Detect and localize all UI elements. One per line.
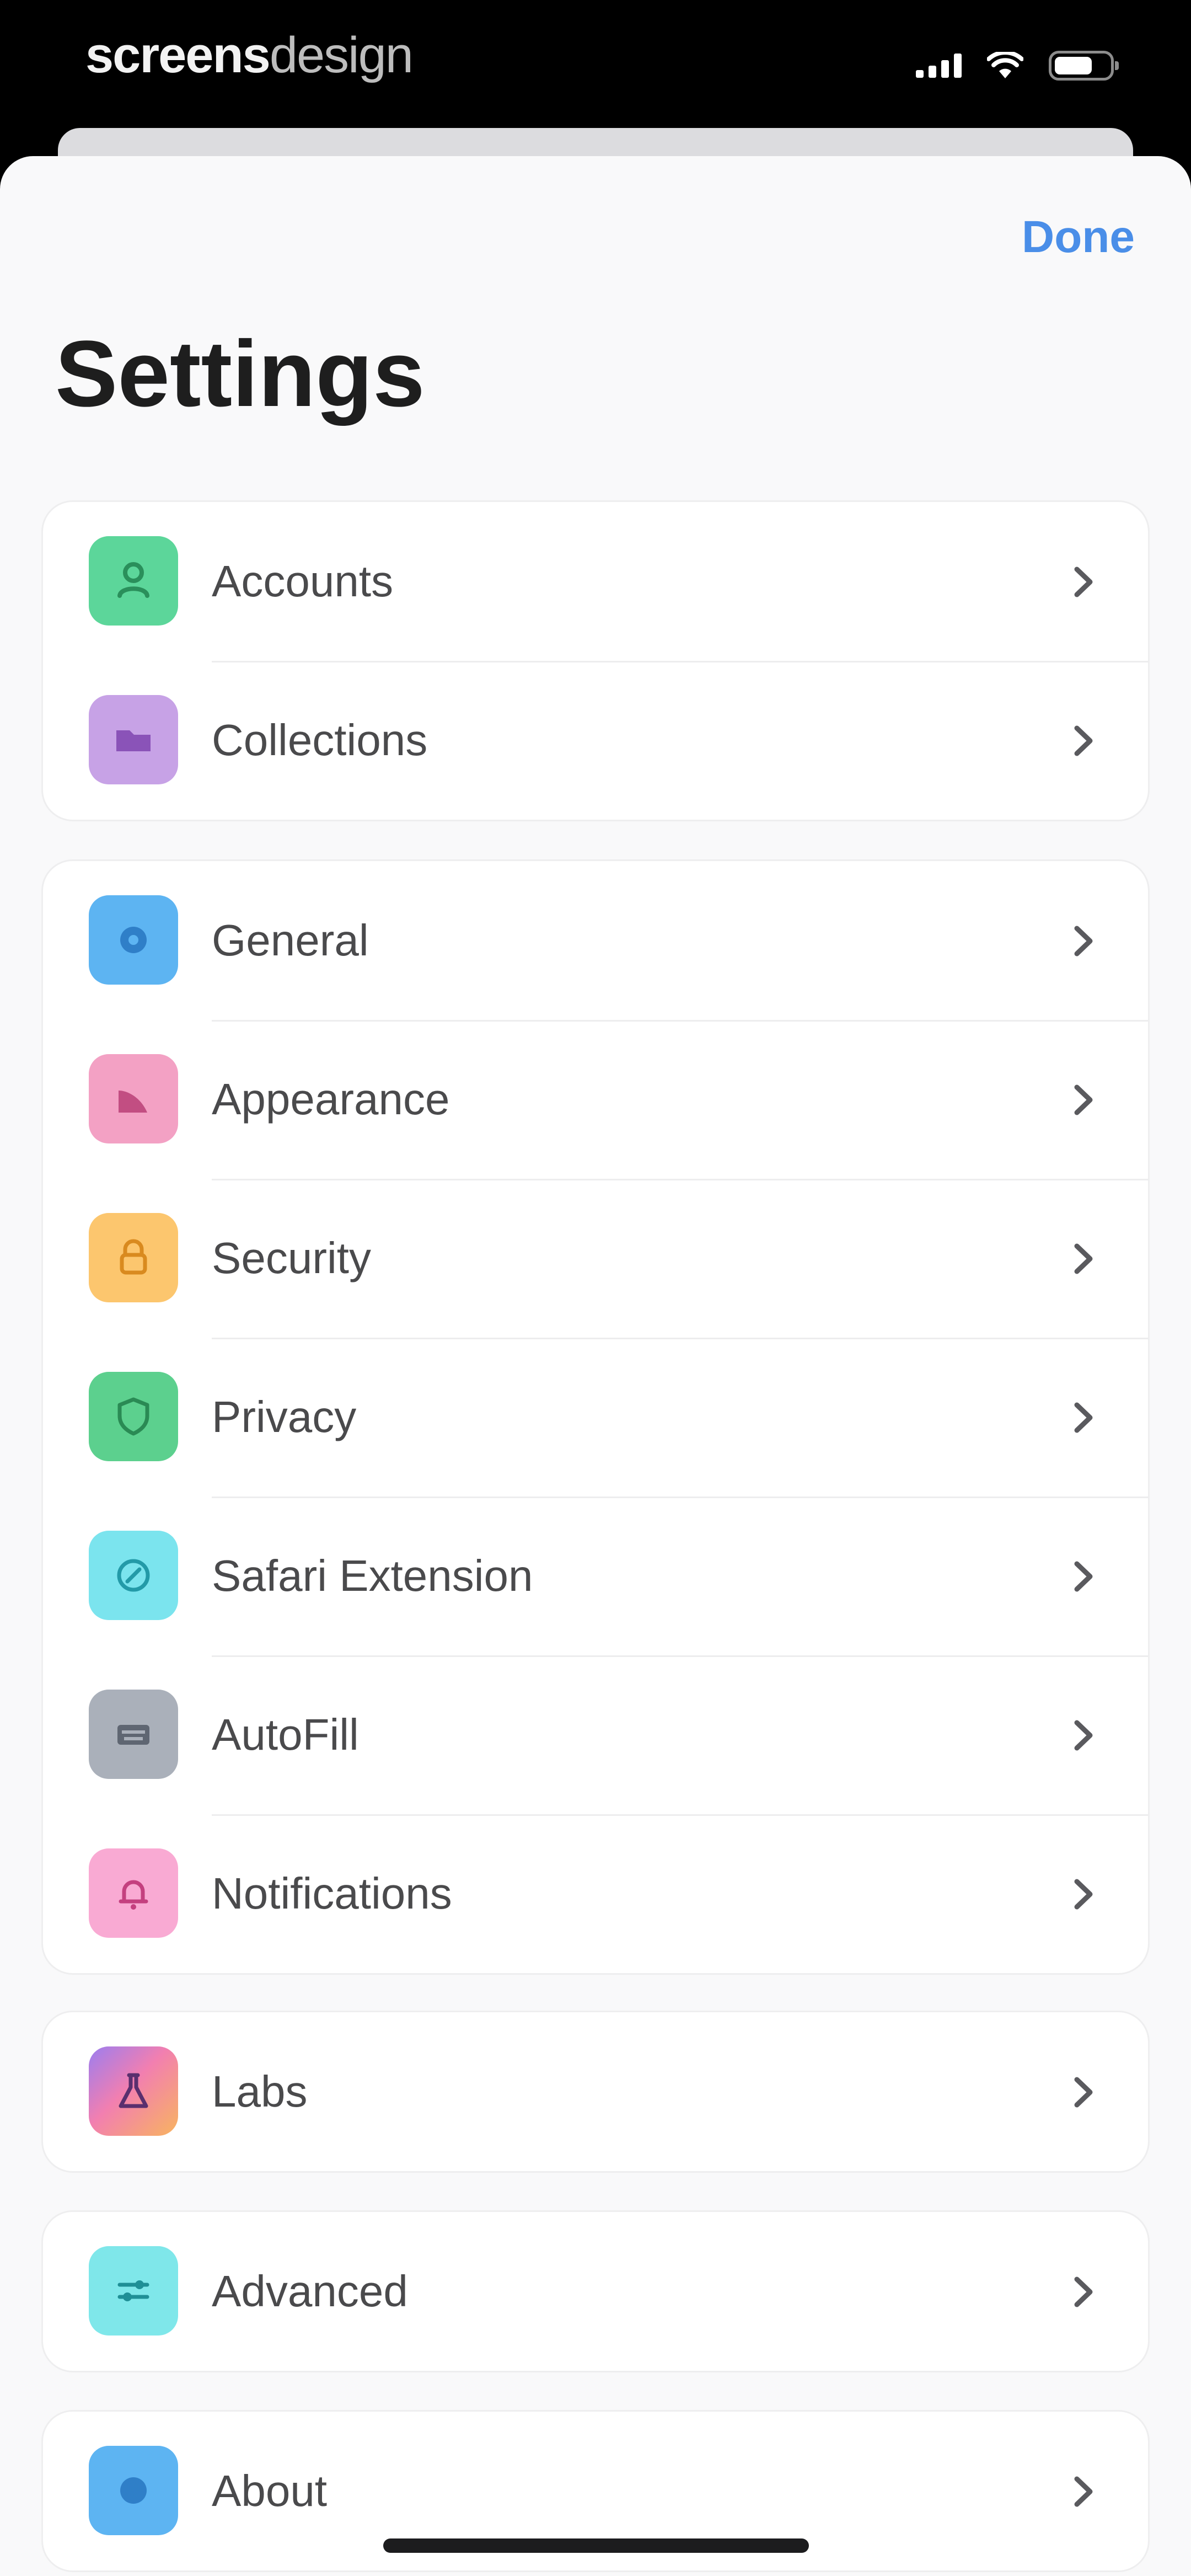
row-label: Collections [212,715,428,765]
chevron-right-icon [1074,1879,1093,1910]
row-label: Notifications [212,1869,452,1918]
row-icon-tile [89,895,178,985]
row-label: Security [212,1233,371,1282]
settings-row-labs[interactable]: Labs [43,2012,1148,2171]
row-icon-tile [89,1372,178,1461]
settings-row-advanced[interactable]: Advanced [43,2212,1148,2371]
settings-group-general: General Appearance Security Privacy Safa… [43,861,1148,1973]
row-label: Advanced [212,2267,408,2316]
row-label: Appearance [212,1075,450,1124]
status-bar: screensdesign [0,0,1191,127]
row-icon-tile [89,2246,178,2335]
chevron-right-icon [1074,1243,1093,1274]
row-icon-tile [89,1054,178,1143]
chevron-right-icon [1074,2476,1093,2507]
settings-group-accounts: Accounts Collections [43,502,1148,820]
row-icon-tile [89,1531,178,1620]
row-label: General [212,916,369,965]
settings-row-appearance[interactable]: Appearance [43,1020,1148,1179]
compass-icon [117,1559,150,1592]
row-label: Labs [212,2067,308,2116]
settings-row-privacy[interactable]: Privacy [43,1338,1148,1497]
wifi-icon [987,52,1023,78]
info-icon [120,2477,147,2504]
bell-icon [119,1880,148,1910]
battery-level [1055,57,1092,74]
settings-group-advanced: Advanced [43,2212,1148,2371]
chevron-right-icon [1074,2276,1093,2307]
settings-row-general[interactable]: General [43,861,1148,1020]
row-icon-tile [89,2446,178,2535]
row-label: Privacy [212,1392,357,1441]
row-label: Accounts [212,557,394,606]
brand-watermark: screensdesign [85,26,414,84]
settings-row-accounts[interactable]: Accounts [43,502,1148,661]
keyboard-icon [117,1725,149,1745]
chevron-right-icon [1074,1720,1093,1751]
row-icon-tile [89,1213,178,1302]
settings-row-notifications[interactable]: Notifications [43,1814,1148,1973]
shield-icon [117,1397,149,1436]
settings-row-safari-extension[interactable]: Safari Extension [43,1497,1148,1655]
flask-icon [119,2073,148,2108]
row-icon-tile [89,1690,178,1779]
sliders-icon [117,2280,149,2301]
cellular-signal-icon [916,54,962,78]
row-icon-tile [89,1848,178,1938]
chevron-right-icon [1074,1084,1093,1115]
chevron-right-icon [1074,926,1093,956]
page-title: Settings [55,322,425,426]
brush-icon [119,1091,147,1113]
gear-icon [120,927,147,953]
settings-row-collections[interactable]: Collections [43,661,1148,820]
lock-icon [120,1239,147,1275]
chevron-right-icon [1074,725,1093,756]
settings-row-security[interactable]: Security [43,1179,1148,1338]
settings-sheet: Done Settings Accounts Collections Gener… [0,156,1191,2576]
status-icons [916,51,1119,81]
row-icon-tile [89,695,178,784]
row-label: Safari Extension [212,1551,533,1600]
row-icon-tile [89,2046,178,2136]
chevron-right-icon [1074,2077,1093,2108]
chevron-right-icon [1074,566,1093,597]
row-label: AutoFill [212,1710,359,1759]
row-label: About [212,2466,328,2515]
chevron-right-icon [1074,1561,1093,1592]
done-button[interactable]: Done [1022,211,1135,263]
settings-screen: screensdesign Done Settings Accounts Col… [0,0,1191,2576]
chevron-right-icon [1074,1402,1093,1433]
settings-row-autofill[interactable]: AutoFill [43,1655,1148,1814]
home-indicator[interactable] [383,2538,809,2553]
row-icon-tile [89,536,178,626]
brand-light-text: design [269,27,414,83]
settings-group-labs: Labs [43,2012,1148,2171]
battery-icon [1049,51,1119,81]
folder-icon [116,730,151,751]
brand-bold-text: screens [85,27,271,83]
person-icon [117,562,149,598]
